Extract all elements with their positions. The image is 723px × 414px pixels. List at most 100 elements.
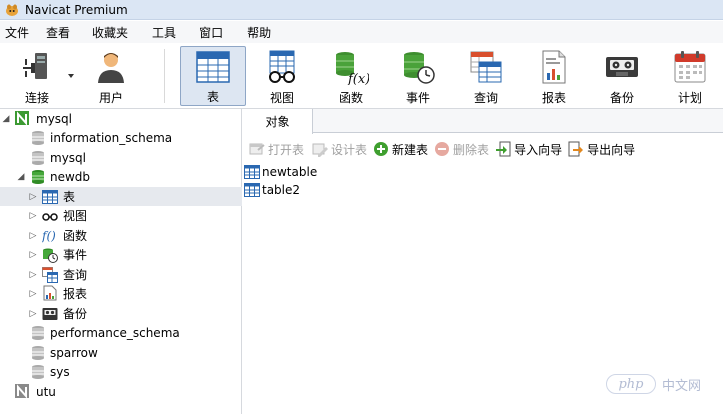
- connection-gray-icon: [15, 384, 29, 399]
- object-toolbar: 打开表 设计表 新建表 删除表 导入向导 导出向导: [243, 137, 723, 161]
- menu-tools[interactable]: 工具: [147, 24, 181, 41]
- table-icon: [244, 183, 260, 197]
- import-wizard-button[interactable]: 导入向导: [495, 141, 562, 158]
- menu-file[interactable]: 文件: [0, 24, 34, 41]
- delete-table-label: 删除表: [453, 142, 490, 157]
- open-table-button[interactable]: 打开表: [249, 141, 304, 158]
- table-button[interactable]: 表: [180, 46, 246, 106]
- mysql-connection-icon: [15, 111, 29, 126]
- query-label: 查询: [473, 91, 498, 105]
- database-gray-icon: [32, 346, 44, 360]
- tree-db-performance-schema[interactable]: performance_schema: [0, 323, 242, 342]
- event-label: 事件: [405, 91, 430, 105]
- delete-icon: [435, 142, 450, 156]
- connect-dropdown-arrow-icon[interactable]: [68, 74, 74, 78]
- plug-icon: [17, 48, 57, 85]
- svg-text:f(): f(): [42, 229, 56, 243]
- view-glasses-icon: [262, 48, 302, 85]
- design-table-button[interactable]: 设计表: [312, 141, 367, 158]
- design-table-label: 设计表: [331, 142, 368, 157]
- tree-folder-reports[interactable]: ▷ 报表: [0, 284, 242, 303]
- tree-folder-backups[interactable]: ▷ 备份: [0, 304, 242, 323]
- expand-triangle-icon[interactable]: ▷: [28, 231, 38, 241]
- database-gray-icon: [32, 131, 44, 145]
- tree-folder-views[interactable]: ▷ 视图: [0, 206, 242, 225]
- export-wizard-button[interactable]: 导出向导: [568, 141, 635, 158]
- report-button[interactable]: 报表: [521, 46, 587, 106]
- connect-button[interactable]: 连接: [4, 46, 70, 106]
- expand-triangle-icon[interactable]: ▷: [28, 250, 38, 260]
- tree-db-newdb[interactable]: ◢ newdb: [0, 167, 242, 186]
- tree-label-information-schema: information_schema: [50, 130, 173, 145]
- new-table-button[interactable]: 新建表: [373, 141, 428, 158]
- tree-db-information-schema[interactable]: information_schema: [0, 128, 242, 147]
- database-gray-icon: [32, 151, 44, 165]
- new-table-label: 新建表: [392, 142, 429, 157]
- expand-triangle-icon[interactable]: ▷: [28, 289, 38, 299]
- database-gray-icon: [32, 365, 44, 379]
- tree-connection-utu[interactable]: utu: [0, 382, 242, 401]
- title-bar: Navicat Premium: [0, 0, 723, 20]
- function-label: 函数: [338, 91, 363, 105]
- report-icon: [534, 48, 574, 85]
- collapse-triangle-icon[interactable]: ◢: [1, 114, 11, 124]
- tree-label-queries: 查询: [63, 268, 88, 282]
- collapse-triangle-icon[interactable]: ◢: [16, 172, 26, 182]
- menu-view[interactable]: 查看: [41, 24, 75, 41]
- table-list: newtable table2: [243, 163, 723, 199]
- view-label: 视图: [269, 91, 294, 105]
- tab-bar: 对象: [243, 109, 723, 134]
- tree-label-utu: utu: [36, 384, 56, 399]
- menu-help[interactable]: 帮助: [242, 24, 276, 41]
- expand-triangle-icon[interactable]: ▷: [28, 309, 38, 319]
- query-button[interactable]: 查询: [453, 46, 519, 106]
- tree-folder-tables[interactable]: ▷ 表: [0, 187, 242, 206]
- tree-db-sys[interactable]: sys: [0, 362, 242, 381]
- tree-db-mysql[interactable]: mysql: [0, 148, 242, 167]
- view-button[interactable]: 视图: [249, 46, 315, 106]
- backup-tape-icon: [42, 308, 58, 320]
- tree-label-performance-schema: performance_schema: [50, 325, 180, 340]
- tab-objects[interactable]: 对象: [243, 109, 313, 134]
- menu-window[interactable]: 窗口: [194, 24, 228, 41]
- event-button[interactable]: 事件: [385, 46, 451, 106]
- tree-label-mysql-connection: mysql: [36, 111, 72, 126]
- report-icon: [43, 285, 57, 301]
- delete-table-button[interactable]: 删除表: [434, 141, 489, 158]
- table-name: table2: [262, 183, 301, 197]
- tree-folder-events[interactable]: ▷ 事件: [0, 245, 242, 264]
- import-icon: [496, 141, 511, 157]
- expand-triangle-icon[interactable]: ▷: [28, 192, 38, 202]
- tab-objects-label: 对象: [265, 115, 290, 129]
- user-icon: [91, 48, 131, 85]
- tree-folder-functions[interactable]: ▷ f() 函数: [0, 226, 242, 245]
- list-item[interactable]: newtable: [243, 163, 723, 181]
- list-item[interactable]: table2: [243, 181, 723, 199]
- backup-button[interactable]: 备份: [589, 46, 655, 106]
- function-button[interactable]: f(x) 函数: [318, 46, 384, 106]
- expand-triangle-icon[interactable]: ▷: [28, 211, 38, 221]
- query-icon: [466, 48, 506, 85]
- query-icon: [42, 267, 58, 283]
- navicat-app-icon: [6, 4, 18, 16]
- table-icon: [244, 165, 260, 179]
- event-clock-icon: [398, 48, 438, 85]
- watermark-text: 中文网: [662, 378, 702, 394]
- import-wizard-label: 导入向导: [514, 142, 563, 157]
- menu-favorites[interactable]: 收藏夹: [87, 24, 133, 41]
- tree-folder-queries[interactable]: ▷ 查询: [0, 265, 242, 284]
- export-wizard-label: 导出向导: [587, 142, 636, 157]
- tree-label-backups: 备份: [63, 307, 88, 321]
- main-toolbar: 连接 用户 表 视图 f(x) 函数 事件 查询 报表 备份 计划: [0, 43, 723, 109]
- objects-pane: 对象 打开表 设计表 新建表 删除表 导入向导 导出向导 newtable ta…: [243, 109, 723, 414]
- expand-triangle-icon[interactable]: ▷: [28, 270, 38, 280]
- table-icon: [42, 190, 58, 204]
- table-name: newtable: [262, 165, 318, 179]
- tree-connection-mysql[interactable]: ◢ mysql: [0, 109, 242, 128]
- schedule-button[interactable]: 计划: [657, 46, 723, 106]
- user-label: 用户: [98, 91, 123, 105]
- user-button[interactable]: 用户: [78, 46, 144, 106]
- glasses-icon: [42, 213, 58, 221]
- tree-db-sparrow[interactable]: sparrow: [0, 343, 242, 362]
- function-fx-icon: f(): [42, 229, 56, 243]
